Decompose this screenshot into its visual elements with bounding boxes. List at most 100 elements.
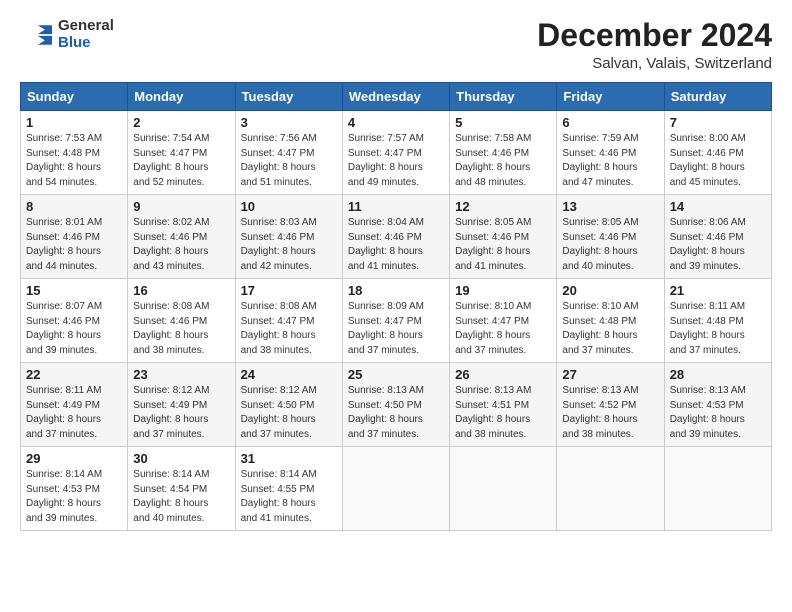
header-monday: Monday [128,83,235,111]
day-detail: Sunrise: 8:12 AMSunset: 4:50 PMDaylight:… [241,384,337,442]
calendar-cell [557,447,664,531]
day-detail: Sunrise: 8:13 AMSunset: 4:53 PMDaylight:… [670,384,766,442]
header-saturday: Saturday [664,83,771,111]
calendar-cell: 2 Sunrise: 7:54 AMSunset: 4:47 PMDayligh… [128,111,235,195]
calendar-cell: 23 Sunrise: 8:12 AMSunset: 4:49 PMDaylig… [128,363,235,447]
day-number: 2 [133,115,229,130]
day-number: 29 [26,451,122,466]
day-detail: Sunrise: 8:10 AMSunset: 4:47 PMDaylight:… [455,300,551,358]
calendar-cell: 8 Sunrise: 8:01 AMSunset: 4:46 PMDayligh… [21,195,128,279]
calendar-cell: 3 Sunrise: 7:56 AMSunset: 4:47 PMDayligh… [235,111,342,195]
calendar-cell: 18 Sunrise: 8:09 AMSunset: 4:47 PMDaylig… [342,279,449,363]
calendar-cell: 11 Sunrise: 8:04 AMSunset: 4:46 PMDaylig… [342,195,449,279]
day-detail: Sunrise: 7:59 AMSunset: 4:46 PMDaylight:… [562,132,658,190]
day-number: 31 [241,451,337,466]
calendar-cell: 31 Sunrise: 8:14 AMSunset: 4:55 PMDaylig… [235,447,342,531]
calendar-week-3: 15 Sunrise: 8:07 AMSunset: 4:46 PMDaylig… [21,279,772,363]
day-number: 26 [455,367,551,382]
logo-general-text: General [58,18,114,35]
header-tuesday: Tuesday [235,83,342,111]
day-number: 30 [133,451,229,466]
day-detail: Sunrise: 8:14 AMSunset: 4:53 PMDaylight:… [26,468,122,526]
calendar-week-4: 22 Sunrise: 8:11 AMSunset: 4:49 PMDaylig… [21,363,772,447]
calendar-cell: 25 Sunrise: 8:13 AMSunset: 4:50 PMDaylig… [342,363,449,447]
calendar-cell: 26 Sunrise: 8:13 AMSunset: 4:51 PMDaylig… [450,363,557,447]
calendar-cell: 24 Sunrise: 8:12 AMSunset: 4:50 PMDaylig… [235,363,342,447]
day-number: 12 [455,199,551,214]
logo-text: General Blue [58,18,114,51]
calendar-week-5: 29 Sunrise: 8:14 AMSunset: 4:53 PMDaylig… [21,447,772,531]
day-number: 15 [26,283,122,298]
day-detail: Sunrise: 8:08 AMSunset: 4:46 PMDaylight:… [133,300,229,358]
day-detail: Sunrise: 8:14 AMSunset: 4:55 PMDaylight:… [241,468,337,526]
calendar-header-row: Sunday Monday Tuesday Wednesday Thursday… [21,83,772,111]
header: General Blue December 2024 Salvan, Valai… [20,18,772,72]
day-detail: Sunrise: 8:10 AMSunset: 4:48 PMDaylight:… [562,300,658,358]
calendar-cell [342,447,449,531]
day-number: 16 [133,283,229,298]
main-title: December 2024 [537,18,772,53]
day-detail: Sunrise: 8:03 AMSunset: 4:46 PMDaylight:… [241,216,337,274]
day-number: 28 [670,367,766,382]
day-detail: Sunrise: 7:57 AMSunset: 4:47 PMDaylight:… [348,132,444,190]
calendar-cell: 27 Sunrise: 8:13 AMSunset: 4:52 PMDaylig… [557,363,664,447]
day-number: 21 [670,283,766,298]
day-detail: Sunrise: 8:11 AMSunset: 4:49 PMDaylight:… [26,384,122,442]
day-number: 27 [562,367,658,382]
day-number: 18 [348,283,444,298]
calendar-cell: 5 Sunrise: 7:58 AMSunset: 4:46 PMDayligh… [450,111,557,195]
calendar-cell: 22 Sunrise: 8:11 AMSunset: 4:49 PMDaylig… [21,363,128,447]
title-block: December 2024 Salvan, Valais, Switzerlan… [537,18,772,72]
day-number: 19 [455,283,551,298]
calendar-cell: 1 Sunrise: 7:53 AMSunset: 4:48 PMDayligh… [21,111,128,195]
day-detail: Sunrise: 8:02 AMSunset: 4:46 PMDaylight:… [133,216,229,274]
day-number: 14 [670,199,766,214]
logo-icon [20,21,52,49]
day-detail: Sunrise: 7:53 AMSunset: 4:48 PMDaylight:… [26,132,122,190]
page: General Blue December 2024 Salvan, Valai… [0,0,792,541]
day-detail: Sunrise: 8:12 AMSunset: 4:49 PMDaylight:… [133,384,229,442]
logo-blue-text: Blue [58,35,114,52]
day-detail: Sunrise: 8:13 AMSunset: 4:52 PMDaylight:… [562,384,658,442]
day-detail: Sunrise: 8:08 AMSunset: 4:47 PMDaylight:… [241,300,337,358]
header-thursday: Thursday [450,83,557,111]
calendar-cell: 17 Sunrise: 8:08 AMSunset: 4:47 PMDaylig… [235,279,342,363]
calendar-cell: 19 Sunrise: 8:10 AMSunset: 4:47 PMDaylig… [450,279,557,363]
day-number: 7 [670,115,766,130]
calendar-cell: 30 Sunrise: 8:14 AMSunset: 4:54 PMDaylig… [128,447,235,531]
calendar-cell: 15 Sunrise: 8:07 AMSunset: 4:46 PMDaylig… [21,279,128,363]
day-detail: Sunrise: 8:13 AMSunset: 4:51 PMDaylight:… [455,384,551,442]
day-number: 23 [133,367,229,382]
day-number: 5 [455,115,551,130]
day-number: 1 [26,115,122,130]
day-detail: Sunrise: 8:06 AMSunset: 4:46 PMDaylight:… [670,216,766,274]
day-number: 3 [241,115,337,130]
day-number: 20 [562,283,658,298]
calendar-week-2: 8 Sunrise: 8:01 AMSunset: 4:46 PMDayligh… [21,195,772,279]
day-detail: Sunrise: 8:04 AMSunset: 4:46 PMDaylight:… [348,216,444,274]
calendar-cell [450,447,557,531]
calendar-table: Sunday Monday Tuesday Wednesday Thursday… [20,82,772,531]
calendar-cell: 7 Sunrise: 8:00 AMSunset: 4:46 PMDayligh… [664,111,771,195]
calendar-cell: 14 Sunrise: 8:06 AMSunset: 4:46 PMDaylig… [664,195,771,279]
day-detail: Sunrise: 8:07 AMSunset: 4:46 PMDaylight:… [26,300,122,358]
day-detail: Sunrise: 8:00 AMSunset: 4:46 PMDaylight:… [670,132,766,190]
day-number: 17 [241,283,337,298]
calendar-cell: 21 Sunrise: 8:11 AMSunset: 4:48 PMDaylig… [664,279,771,363]
day-number: 11 [348,199,444,214]
day-detail: Sunrise: 7:54 AMSunset: 4:47 PMDaylight:… [133,132,229,190]
calendar-week-1: 1 Sunrise: 7:53 AMSunset: 4:48 PMDayligh… [21,111,772,195]
day-detail: Sunrise: 8:05 AMSunset: 4:46 PMDaylight:… [562,216,658,274]
day-detail: Sunrise: 8:11 AMSunset: 4:48 PMDaylight:… [670,300,766,358]
calendar-cell: 29 Sunrise: 8:14 AMSunset: 4:53 PMDaylig… [21,447,128,531]
calendar-cell: 28 Sunrise: 8:13 AMSunset: 4:53 PMDaylig… [664,363,771,447]
subtitle: Salvan, Valais, Switzerland [537,55,772,72]
day-detail: Sunrise: 7:58 AMSunset: 4:46 PMDaylight:… [455,132,551,190]
calendar-cell: 10 Sunrise: 8:03 AMSunset: 4:46 PMDaylig… [235,195,342,279]
day-detail: Sunrise: 8:09 AMSunset: 4:47 PMDaylight:… [348,300,444,358]
logo: General Blue [20,18,114,51]
day-number: 10 [241,199,337,214]
day-number: 13 [562,199,658,214]
calendar-cell: 16 Sunrise: 8:08 AMSunset: 4:46 PMDaylig… [128,279,235,363]
calendar-cell: 12 Sunrise: 8:05 AMSunset: 4:46 PMDaylig… [450,195,557,279]
